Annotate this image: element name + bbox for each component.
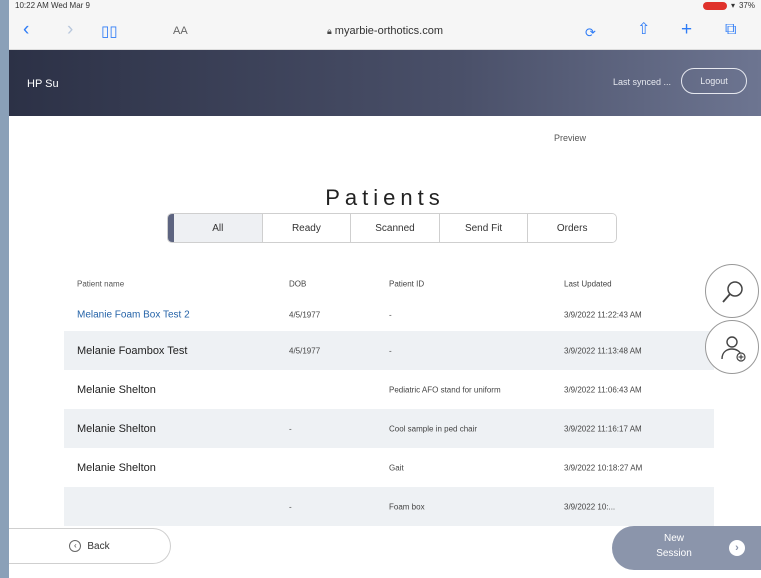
patient-name[interactable]: Melanie Shelton xyxy=(77,462,156,474)
back-circle-icon: ‹ xyxy=(69,540,82,552)
back-button[interactable]: ‹ Back xyxy=(9,528,171,564)
patient-name[interactable]: Melanie Foambox Test xyxy=(77,345,187,357)
patient-last-updated: 3/9/2022 10:18:27 AM xyxy=(564,463,643,472)
new-session-button[interactable]: New Session › xyxy=(612,526,761,570)
patient-id: - xyxy=(389,346,392,355)
add-patient-button[interactable] xyxy=(705,320,759,374)
app-header: HP Su Last synced ... Logout xyxy=(9,50,761,116)
patient-last-updated: 3/9/2022 11:16:17 AM xyxy=(564,424,642,433)
status-time: 10:22 AM Wed Mar 9 xyxy=(15,1,90,10)
user-name: HP Su xyxy=(27,78,59,90)
table-row[interactable]: Melanie Shelton - Cool sample in ped cha… xyxy=(64,409,714,448)
table-row[interactable]: Melanie Shelton Gait 3/9/2022 10:18:27 A… xyxy=(64,448,714,487)
tab-all[interactable]: All xyxy=(168,214,263,242)
page-title: Patients xyxy=(325,185,445,210)
browser-toolbar: ‹ › ▯▯ AA 🔒︎ myarbie-orthotics.com ⟳ ⇧ + … xyxy=(9,12,761,50)
patient-dob: - xyxy=(289,502,292,511)
table-row[interactable]: Melanie Shelton Pediatric AFO stand for … xyxy=(64,370,714,409)
logout-button[interactable]: Logout xyxy=(681,68,747,94)
arrow-right-icon: › xyxy=(729,540,745,556)
new-tab-icon[interactable]: + xyxy=(681,20,692,40)
patient-last-updated: 3/9/2022 11:22:43 AM xyxy=(564,310,642,319)
table-header: Patient name DOB Patient ID Last Updated xyxy=(64,270,714,298)
add-patient-icon xyxy=(721,336,746,362)
status-right: ▾ 37% xyxy=(702,1,755,10)
table-row[interactable]: Melanie Foam Box Test 2 4/5/1977 - 3/9/2… xyxy=(64,298,714,331)
url-text: myarbie-orthotics.com xyxy=(334,25,443,37)
patient-last-updated: 3/9/2022 11:13:48 AM xyxy=(564,346,642,355)
battery-icon xyxy=(702,1,727,10)
patient-id: - xyxy=(389,310,392,319)
wifi-icon: ▾ xyxy=(730,1,735,10)
status-bar: 10:22 AM Wed Mar 9 ▾ 37% xyxy=(9,0,761,12)
header-patient-name[interactable]: Patient name xyxy=(77,280,124,289)
patient-name[interactable]: Melanie Shelton xyxy=(77,384,156,396)
patient-name[interactable]: Melanie Shelton xyxy=(77,423,156,435)
header-last-updated[interactable]: Last Updated xyxy=(564,280,612,289)
lock-icon: 🔒︎ xyxy=(327,26,332,36)
new-session-line2: Session xyxy=(656,548,692,559)
patient-name[interactable]: Melanie Foam Box Test 2 xyxy=(77,309,190,320)
patients-table: Patient name DOB Patient ID Last Updated… xyxy=(64,270,714,526)
patient-id: Foam box xyxy=(389,502,425,511)
back-label: Back xyxy=(87,540,110,552)
share-icon[interactable]: ⇧ xyxy=(637,20,650,40)
battery-percent: 37% xyxy=(738,1,755,10)
tab-send-fit[interactable]: Send Fit xyxy=(439,214,529,242)
patient-dob: 4/5/1977 xyxy=(289,310,321,319)
search-button[interactable] xyxy=(705,264,759,318)
patient-filter-tabs: All Ready Scanned Send Fit Orders xyxy=(167,213,617,243)
patient-dob: 4/5/1977 xyxy=(289,346,321,355)
header-dob[interactable]: DOB xyxy=(289,280,306,289)
reload-icon[interactable]: ⟳ xyxy=(585,23,596,43)
tab-orders[interactable]: Orders xyxy=(528,214,616,242)
tab-ready[interactable]: Ready xyxy=(262,214,352,242)
search-icon xyxy=(722,281,743,303)
table-row[interactable]: Melanie Foambox Test 4/5/1977 - 3/9/2022… xyxy=(64,331,714,370)
table-row[interactable]: - Foam box 3/9/2022 10:... xyxy=(64,487,714,526)
new-session-label: New Session xyxy=(654,531,694,561)
patient-last-updated: 3/9/2022 11:06:43 AM xyxy=(564,385,642,394)
tab-scanned[interactable]: Scanned xyxy=(351,214,440,242)
patient-id: Pediatric AFO stand for uniform xyxy=(389,385,501,394)
patient-id: Gait xyxy=(389,463,404,472)
tabs-overview-icon[interactable]: ⧉ xyxy=(725,20,736,40)
patient-id: Cool sample in ped chair xyxy=(389,424,478,433)
patient-dob: - xyxy=(289,424,292,433)
header-patient-id[interactable]: Patient ID xyxy=(389,280,424,289)
preview-link[interactable]: Preview xyxy=(554,133,586,143)
tablet-screen: 10:22 AM Wed Mar 9 ▾ 37% ‹ › ▯▯ AA 🔒︎ mya… xyxy=(9,0,761,578)
new-session-line1: New xyxy=(663,533,684,544)
sync-status: Last synced ... xyxy=(612,77,671,87)
patient-last-updated: 3/9/2022 10:... xyxy=(564,502,616,511)
